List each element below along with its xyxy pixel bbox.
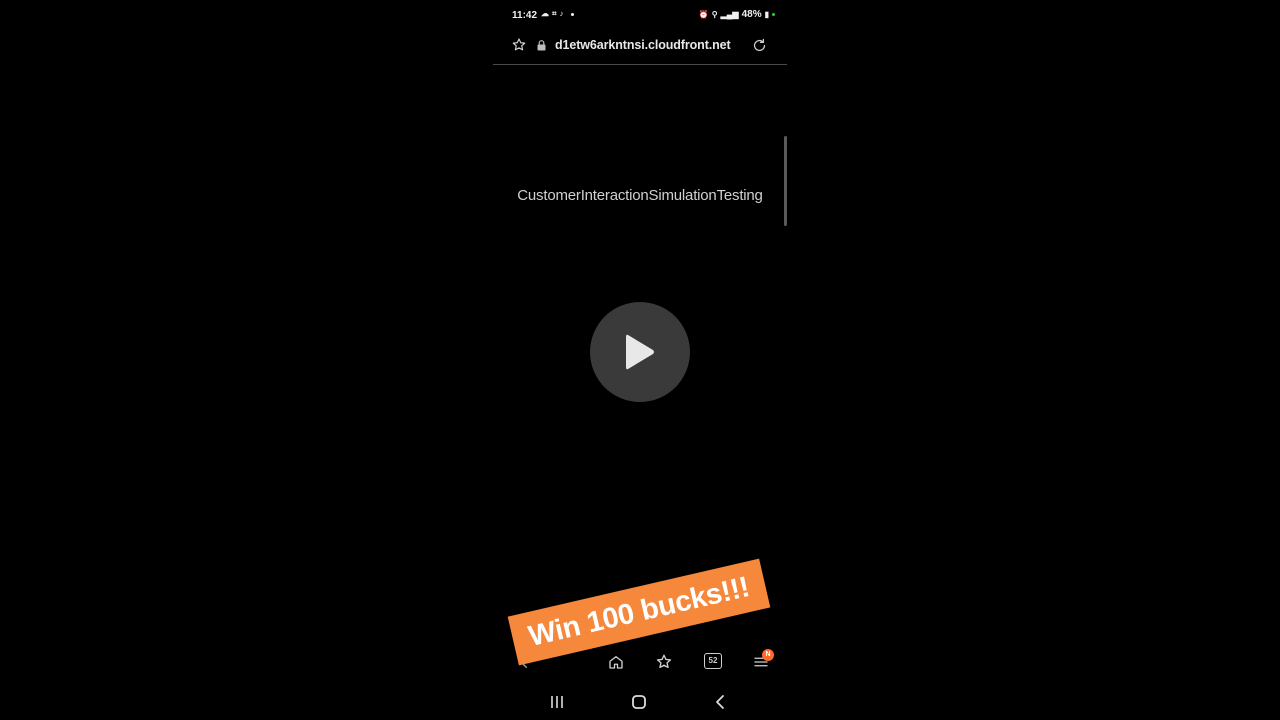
lock-icon — [537, 40, 546, 51]
video-play-button[interactable] — [590, 302, 690, 402]
address-bar: d1etw6arkntnsi.cloudfront.net — [493, 30, 787, 65]
status-right-icons: ⏰ ⚲ ▂▄▆ 48% ▮ — [699, 9, 775, 20]
url-field[interactable]: d1etw6arkntnsi.cloudfront.net — [555, 38, 731, 52]
system-back-icon[interactable] — [713, 694, 727, 710]
alarm-icon: ⏰ — [698, 9, 709, 19]
status-bar: 11:42 ☁ ⌗ ♪ ⏰ ⚲ ▂▄▆ 48% ▮ — [493, 0, 787, 30]
status-time: 11:42 — [512, 10, 538, 21]
notification-dot-icon — [570, 12, 574, 16]
signal-icon: ▂▄▆ — [720, 9, 739, 19]
play-icon — [626, 334, 654, 370]
bookmark-star-icon[interactable] — [511, 37, 527, 53]
page-heading: CustomerInteractionSimulationTesting — [517, 187, 763, 204]
battery-icon: ▮ — [764, 9, 769, 19]
wifi-calling-icon: ⚲ — [711, 9, 718, 19]
bookmarks-icon[interactable] — [655, 653, 673, 671]
charging-dot-icon — [772, 13, 775, 16]
menu-badge: N — [762, 649, 774, 661]
system-nav-bar — [493, 685, 787, 720]
reload-icon[interactable] — [751, 37, 768, 54]
tiktok-icon: ♪ — [559, 9, 564, 18]
cloud-icon: ☁ — [541, 9, 549, 18]
screenshot-icon: ⌗ — [552, 9, 557, 18]
status-left-icons: ☁ ⌗ ♪ — [541, 9, 574, 19]
page-scrollbar[interactable] — [784, 136, 787, 226]
home-icon[interactable] — [607, 653, 625, 671]
tabs-icon[interactable]: 52 — [704, 653, 722, 669]
recents-icon[interactable] — [550, 695, 564, 709]
tabs-count: 52 — [708, 656, 718, 665]
battery-percent: 48% — [741, 9, 762, 20]
system-home-icon[interactable] — [631, 694, 647, 710]
